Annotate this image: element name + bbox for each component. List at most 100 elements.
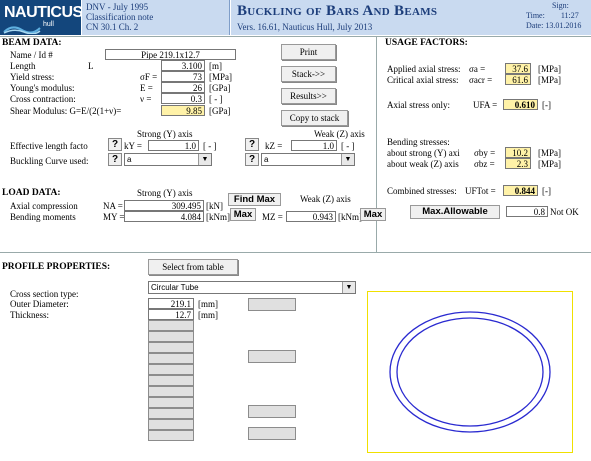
shear-unit: [GPa]	[209, 106, 231, 116]
length-symbol: L	[88, 61, 94, 71]
sbz-unit: [MPa]	[538, 159, 561, 169]
length-unit: [m]	[209, 61, 222, 71]
help-button[interactable]: ?	[245, 153, 259, 166]
copy-to-stack-button[interactable]: Copy to stack	[281, 110, 348, 126]
stack-button[interactable]: Stack->>	[281, 66, 336, 82]
help-button[interactable]: ?	[108, 153, 122, 166]
yield-unit: [MPa]	[209, 72, 232, 82]
kz-unit: [ - ]	[341, 141, 355, 151]
max-allowable-button[interactable]: Max.Allowable	[410, 205, 500, 219]
usage-factors-heading: USAGE FACTORS:	[385, 38, 468, 48]
sign-block: Sign: Time: 11:27 Date: 13.01.2016	[523, 0, 591, 35]
young-input[interactable]: 26	[161, 82, 205, 93]
select-from-table-button[interactable]: Select from table	[148, 259, 238, 275]
bending-moments-label: Bending moments	[10, 212, 76, 222]
disabled-field	[148, 408, 194, 419]
length-input[interactable]: 3.100	[161, 60, 205, 71]
sbz-symbol: σbz =	[474, 159, 495, 169]
max-z-button[interactable]: Max	[360, 208, 386, 221]
cross-contraction-unit: [ - ]	[209, 94, 223, 104]
load-weak-axis-label: Weak (Z) axis	[300, 194, 351, 204]
thickness-label: Thickness:	[10, 310, 49, 320]
uftot-unit: [-]	[542, 186, 551, 196]
my-unit: [kNm]	[206, 212, 230, 222]
chevron-down-icon[interactable]: ▼	[341, 154, 354, 165]
load-strong-axis-label: Strong (Y) axis	[137, 188, 193, 198]
thickness-input[interactable]: 12.7	[148, 309, 194, 320]
outer-circle	[389, 311, 551, 433]
ref-line: CN 30.1 Ch. 2	[86, 22, 139, 32]
buckling-curve-label: Buckling Curve used:	[10, 156, 89, 166]
ky-symbol: kY =	[124, 141, 142, 151]
nauticus-logo: NAUTICUS hull	[0, 0, 83, 35]
ref-line: Classification note	[86, 12, 154, 22]
beam-data-heading: BEAM DATA:	[2, 38, 62, 48]
time-label: Time:	[526, 11, 545, 20]
cross-section-type-label: Cross section type:	[10, 289, 79, 299]
disabled-field	[148, 342, 194, 353]
time-value: 11:27	[560, 11, 579, 20]
help-button[interactable]: ?	[108, 138, 122, 151]
page-title: Buckling of Bars And Beams	[237, 3, 438, 19]
sbz-value: 2.3	[505, 158, 531, 169]
ufa-value: 0.610	[503, 99, 538, 110]
cross-section-preview	[367, 291, 573, 453]
ky-input[interactable]: 1.0	[148, 140, 199, 151]
disabled-field	[148, 331, 194, 342]
yield-input[interactable]: 73	[161, 71, 205, 82]
select-value: Circular Tube	[151, 283, 199, 292]
my-input[interactable]: 4.084	[124, 211, 204, 222]
find-max-button[interactable]: Find Max	[228, 193, 281, 206]
thickness-unit: [mm]	[198, 310, 218, 320]
kz-symbol: kZ =	[265, 141, 283, 151]
max-allowable-input[interactable]: 0.8	[506, 206, 548, 217]
shear-label: Shear Modulus: G=E/(2(1+ν)=	[10, 106, 122, 116]
critical-stress-unit: [MPa]	[538, 75, 561, 85]
profile-heading: PROFILE PROPERTIES:	[2, 262, 111, 272]
disabled-field	[248, 427, 296, 440]
my-symbol: MY =	[103, 212, 125, 222]
chevron-down-icon[interactable]: ▼	[198, 154, 211, 165]
chevron-down-icon[interactable]: ▼	[342, 282, 355, 293]
sby-value: 10.2	[505, 147, 531, 158]
applied-stress-symbol: σa =	[469, 64, 486, 74]
results-button[interactable]: Results>>	[281, 88, 336, 104]
version-text: Vers. 16.61, Nauticus Hull, July 2013	[237, 22, 373, 32]
cross-section-type-select[interactable]: Circular Tube ▼	[148, 281, 356, 294]
select-value: a	[264, 155, 269, 164]
kz-input[interactable]: 1.0	[291, 140, 337, 151]
help-button[interactable]: ?	[245, 138, 259, 151]
critical-stress-label: Critical axial stress:	[387, 75, 459, 85]
outer-diameter-input[interactable]: 219.1	[148, 298, 194, 309]
disabled-field	[148, 419, 194, 430]
cross-contraction-input[interactable]: 0.3	[161, 93, 205, 104]
ufa-unit: [-]	[542, 100, 551, 110]
disabled-field	[148, 353, 194, 364]
disabled-field	[148, 320, 194, 331]
mz-input[interactable]: 0.943	[286, 211, 336, 222]
date-value: 13.01.2016	[545, 21, 582, 30]
divider	[0, 36, 591, 37]
disabled-field	[148, 364, 194, 375]
max-y-button[interactable]: Max	[230, 208, 256, 221]
buckling-curve-y-select[interactable]: a ▼	[124, 153, 212, 166]
divider	[0, 252, 591, 253]
buckling-curve-z-select[interactable]: a ▼	[261, 153, 355, 166]
cross-contraction-symbol: ν =	[140, 94, 152, 104]
bending-stresses-label: Bending stresses:	[387, 137, 450, 147]
combined-stresses-label: Combined stresses:	[387, 186, 457, 196]
disabled-field	[148, 375, 194, 386]
na-symbol: NA =	[103, 201, 123, 211]
axial-compression-input[interactable]: 309.495	[124, 200, 204, 211]
cross-contraction-label: Cross contraction:	[10, 94, 76, 104]
effective-length-label: Effective length facto	[10, 141, 88, 151]
logo-subtext: hull	[43, 21, 54, 28]
print-button[interactable]: Print	[281, 44, 336, 60]
strong-axis-label: Strong (Y) axis	[137, 129, 193, 139]
length-label: Length	[10, 61, 36, 71]
na-unit: [kN]	[206, 201, 223, 211]
circular-tube-drawing	[389, 311, 551, 433]
outer-diameter-unit: [mm]	[198, 299, 218, 309]
name-input[interactable]: Pipe 219.1x12.7	[105, 49, 236, 60]
outer-diameter-label: Outer Diameter:	[10, 299, 69, 309]
